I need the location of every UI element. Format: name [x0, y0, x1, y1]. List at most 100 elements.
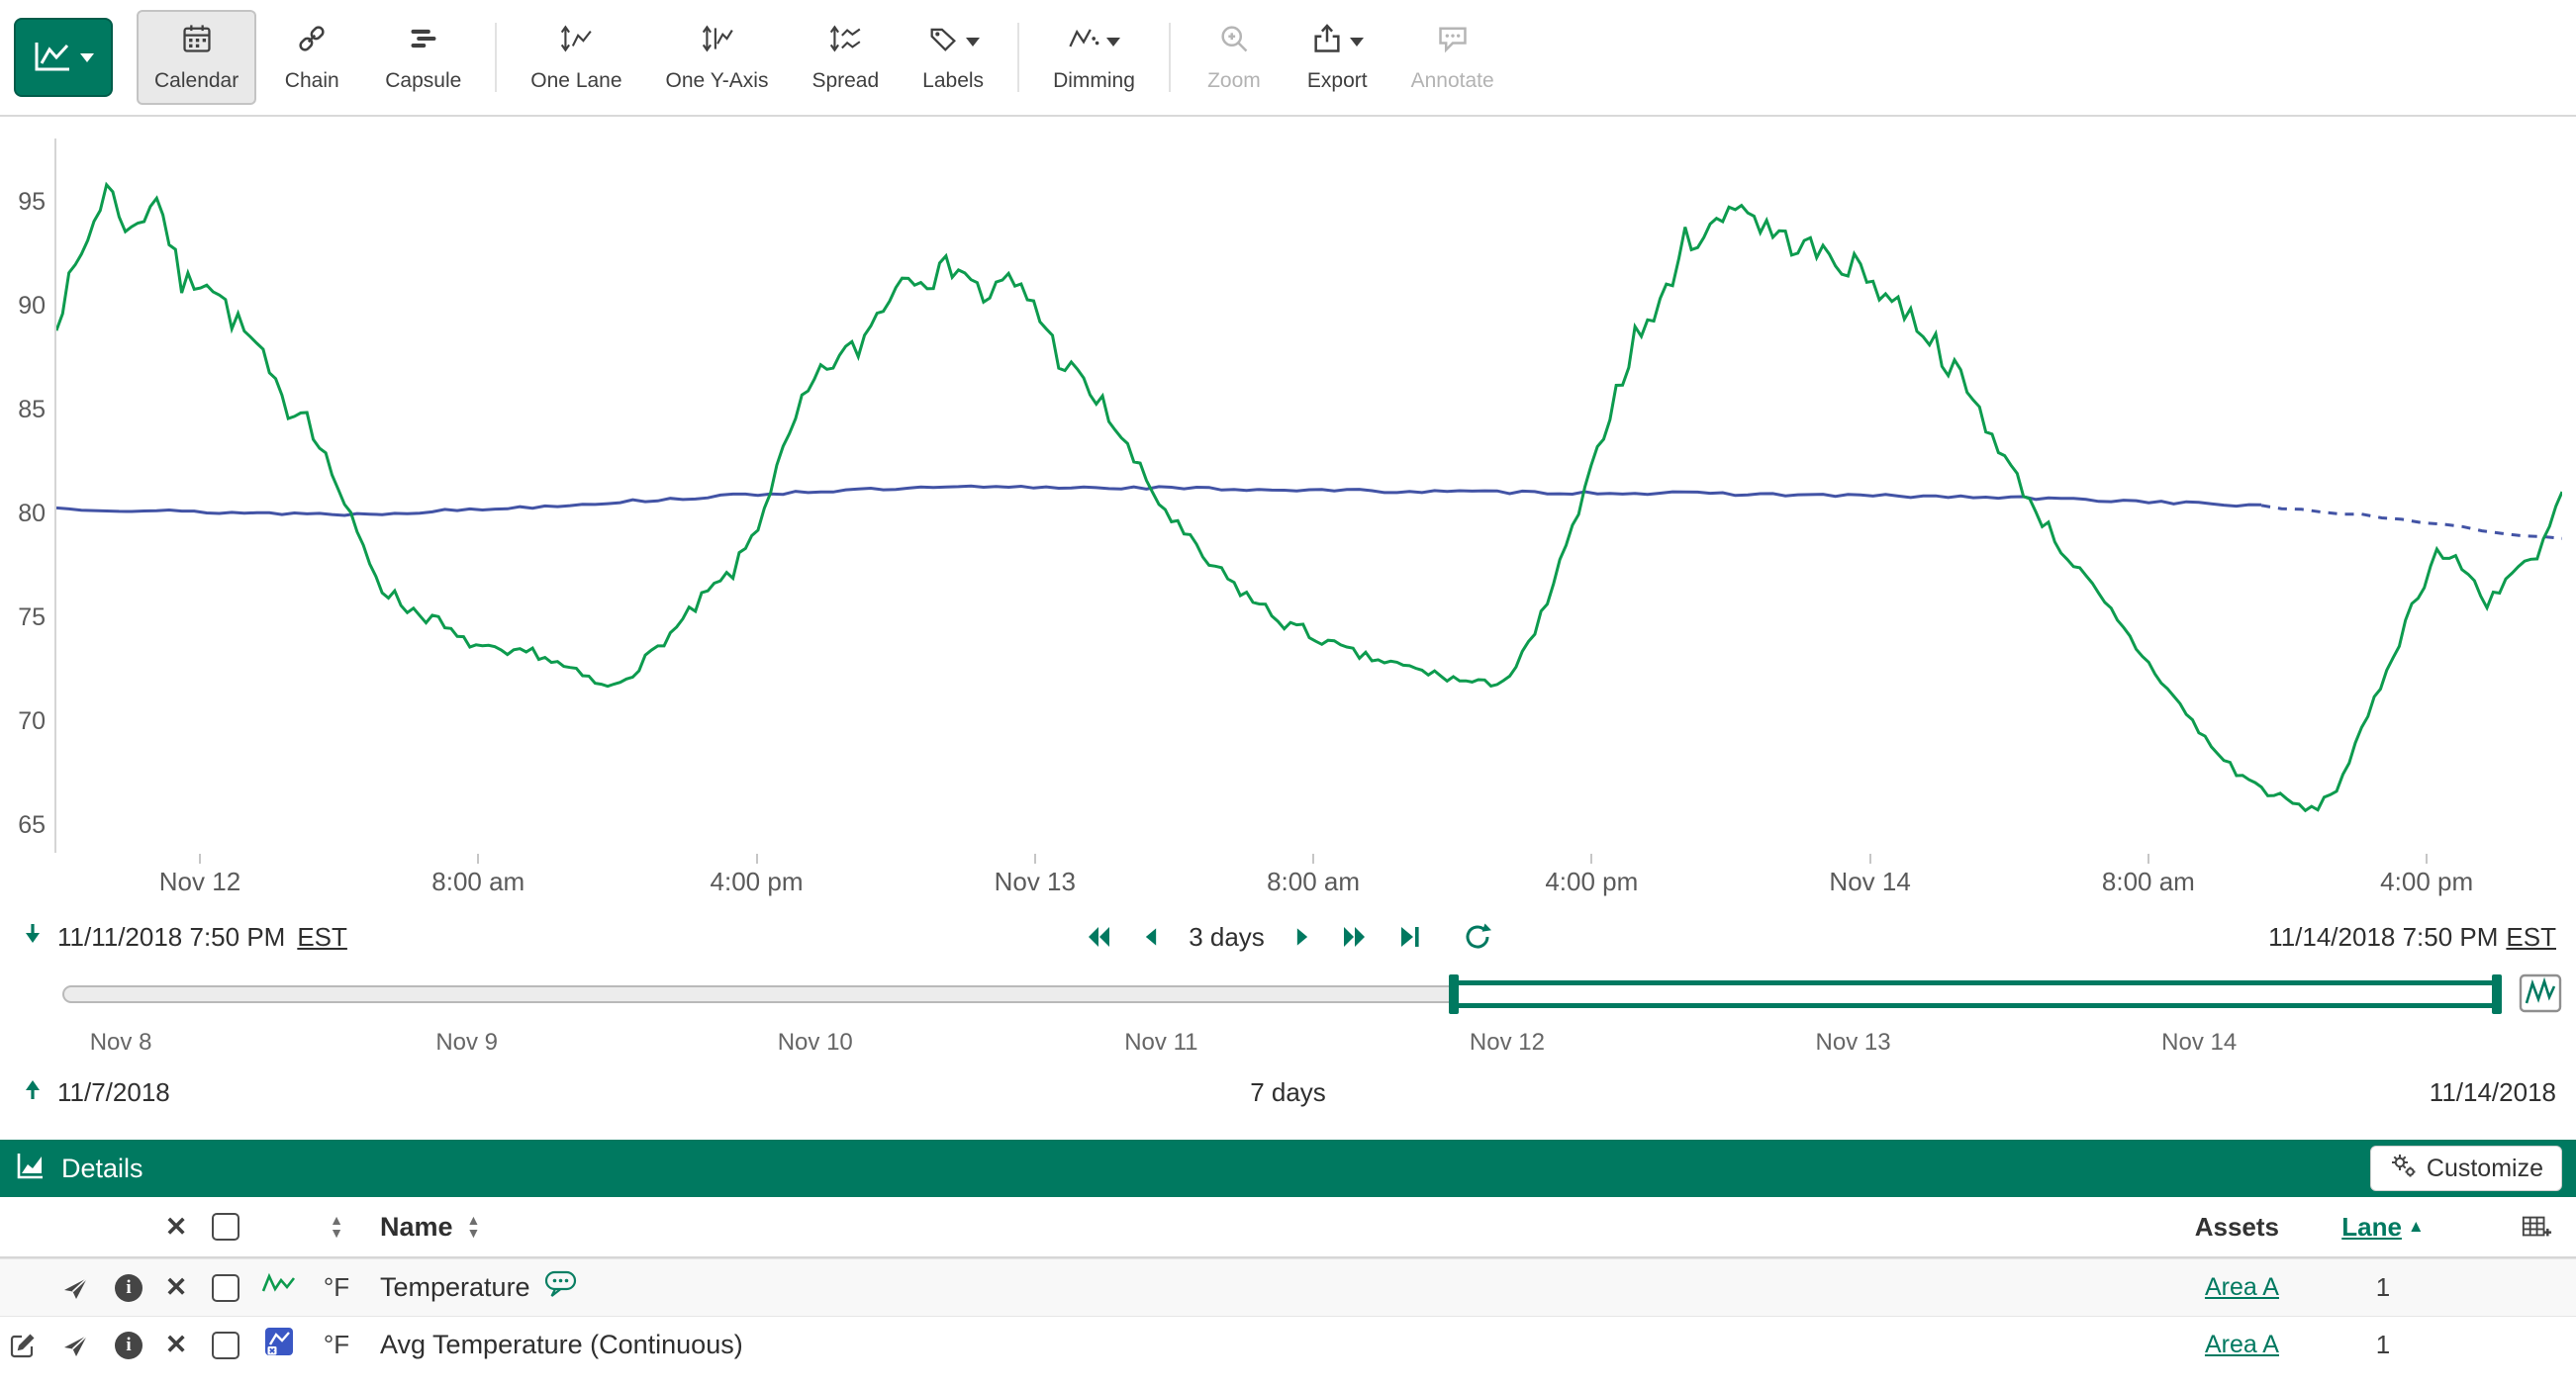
toolbar-labels-button[interactable]: Labels	[905, 10, 1002, 105]
lane-value: 1	[2338, 1272, 2428, 1303]
calendar-icon	[180, 22, 214, 61]
trend-series[interactable]	[2261, 506, 2562, 538]
investigate-range-row: 11/7/2018 7 days 11/14/2018	[0, 1064, 2576, 1120]
asset-link[interactable]: Area A	[2205, 1273, 2279, 1302]
slider-left-handle[interactable]	[1449, 974, 1459, 1014]
y-axis-label: 90	[0, 292, 46, 321]
select-all-checkbox[interactable]	[212, 1213, 239, 1241]
chain-icon	[295, 22, 329, 61]
remove-all-icon[interactable]: ✕	[165, 1214, 188, 1241]
x-axis-label: 4:00 pm	[711, 867, 804, 897]
y-axis-label: 75	[0, 603, 46, 632]
zoom-icon	[1217, 22, 1251, 61]
toolbar-dimming-button[interactable]: Dimming	[1035, 10, 1153, 105]
export-icon	[1310, 22, 1344, 61]
customize-button[interactable]: Customize	[2370, 1146, 2562, 1191]
navigate-icon[interactable]	[60, 1331, 90, 1360]
toolbar-capsule-button[interactable]: Capsule	[367, 10, 479, 105]
worksheet-view-button[interactable]	[14, 18, 113, 97]
unit-label: °F	[307, 1272, 366, 1303]
investigate-slider-selection[interactable]	[1454, 980, 2497, 1008]
timezone-link[interactable]: EST	[2506, 922, 2556, 953]
toolbar-zoom-button: Zoom	[1187, 10, 1282, 105]
sort-name-icon[interactable]: ▲▼	[467, 1214, 481, 1240]
x-axis: Nov 128:00 am4:00 pmNov 138:00 am4:00 pm…	[54, 854, 2562, 908]
overview-chart-icon[interactable]	[2519, 972, 2562, 1020]
sort-lane-ascending-icon[interactable]: ▲	[2408, 1217, 2425, 1237]
name-column-header: Name	[380, 1212, 453, 1243]
chevron-down-icon	[966, 38, 980, 46]
y-axis-label: 65	[0, 811, 46, 840]
sort-type-icon[interactable]: ▲▼	[330, 1214, 343, 1240]
toolbar-one-y-axis-button[interactable]: One Y-Axis	[648, 10, 787, 105]
row-checkbox[interactable]	[212, 1274, 239, 1302]
toolbar-one-lane-button[interactable]: One Lane	[513, 10, 639, 105]
toolbar-chain-button[interactable]: Chain	[264, 10, 359, 105]
skip-to-end-button[interactable]	[1395, 923, 1423, 951]
display-range-duration[interactable]: 3 days	[1189, 922, 1265, 953]
investigate-start-arrow-icon[interactable]	[20, 1076, 46, 1109]
fast-forward-button[interactable]	[1340, 923, 1370, 951]
signal-name: Avg Temperature (Continuous)	[380, 1330, 743, 1360]
comment-bubble-icon[interactable]	[544, 1269, 578, 1306]
y-axis: 95908580757065	[0, 139, 48, 853]
trend-chart-icon	[33, 40, 72, 76]
info-icon[interactable]: i	[115, 1332, 143, 1359]
tag-icon	[926, 22, 960, 61]
x-axis-label: 8:00 am	[431, 867, 525, 897]
auto-update-button[interactable]	[1463, 922, 1492, 952]
investigate-range-duration[interactable]: 7 days	[1250, 1077, 1326, 1107]
slider-right-handle[interactable]	[2492, 974, 2502, 1014]
continuous-condition-icon	[263, 1326, 295, 1364]
row-checkbox[interactable]	[212, 1332, 239, 1359]
toolbar-button-label: Capsule	[385, 69, 461, 93]
info-icon[interactable]: i	[115, 1274, 143, 1302]
trend-series[interactable]	[56, 486, 2261, 515]
display-range-row: 11/11/2018 7:50 PM EST 3 days 11/14/2018…	[0, 908, 2576, 966]
step-backward-button[interactable]	[1139, 923, 1163, 951]
trend-chart[interactable]	[54, 139, 2562, 853]
column-picker-icon[interactable]	[2521, 1212, 2552, 1242]
lane-column-header[interactable]: Lane	[2341, 1212, 2402, 1243]
investigate-slider-track[interactable]	[62, 985, 2499, 1003]
signal-icon	[261, 1270, 297, 1305]
y-axis-label: 95	[0, 188, 46, 217]
toolbar-spread-button[interactable]: Spread	[794, 10, 897, 105]
toolbar-button-label: Annotate	[1411, 69, 1494, 93]
range-start-arrow-icon[interactable]	[20, 921, 46, 954]
y-axis-label: 85	[0, 396, 46, 424]
toolbar-export-button[interactable]: Export	[1289, 10, 1385, 105]
details-panel-header: Details Customize	[0, 1140, 2576, 1197]
toolbar-button-label: Zoom	[1207, 69, 1261, 93]
toolbar-annotate-button: Annotate	[1393, 10, 1512, 105]
trend-series[interactable]	[56, 185, 2562, 811]
remove-row-icon[interactable]: ✕	[165, 1274, 188, 1301]
edit-icon[interactable]	[8, 1331, 38, 1360]
asset-link[interactable]: Area A	[2205, 1331, 2279, 1359]
toolbar-button-label: Labels	[922, 69, 984, 93]
overview-axis-label: Nov 13	[1816, 1029, 1891, 1057]
x-axis-tick	[1034, 854, 1036, 864]
toolbar-button-label: Calendar	[154, 69, 239, 93]
x-axis-label: Nov 14	[1829, 867, 1910, 897]
x-axis-label: 4:00 pm	[1545, 867, 1638, 897]
navigate-icon[interactable]	[60, 1273, 90, 1303]
x-axis-label: Nov 13	[995, 867, 1076, 897]
x-axis-tick	[199, 854, 201, 864]
remove-row-icon[interactable]: ✕	[165, 1332, 188, 1358]
step-forward-button[interactable]	[1290, 923, 1314, 951]
details-chart-icon	[14, 1149, 48, 1189]
table-row: i ✕ °F Temperature Area A 1	[0, 1258, 2576, 1316]
overview-axis-label: Nov 12	[1470, 1029, 1545, 1057]
toolbar-calendar-button[interactable]: Calendar	[137, 10, 256, 105]
fast-backward-button[interactable]	[1084, 923, 1113, 951]
timezone-link[interactable]: EST	[297, 922, 347, 953]
overview-axis-label: Nov 14	[2161, 1029, 2237, 1057]
overview-axis: Nov 8Nov 9Nov 10Nov 11Nov 12Nov 13Nov 14	[62, 1025, 2499, 1064]
details-table-header: ✕ ▲▼ Name ▲▼ Assets Lane ▲	[0, 1197, 2576, 1258]
x-axis-label: Nov 12	[159, 867, 240, 897]
capsule-time-icon	[407, 22, 440, 61]
x-axis-tick	[477, 854, 479, 864]
table-row: i ✕ °F Avg Temperature (Continuous) Area…	[0, 1316, 2576, 1373]
assets-column-header: Assets	[2195, 1212, 2279, 1243]
